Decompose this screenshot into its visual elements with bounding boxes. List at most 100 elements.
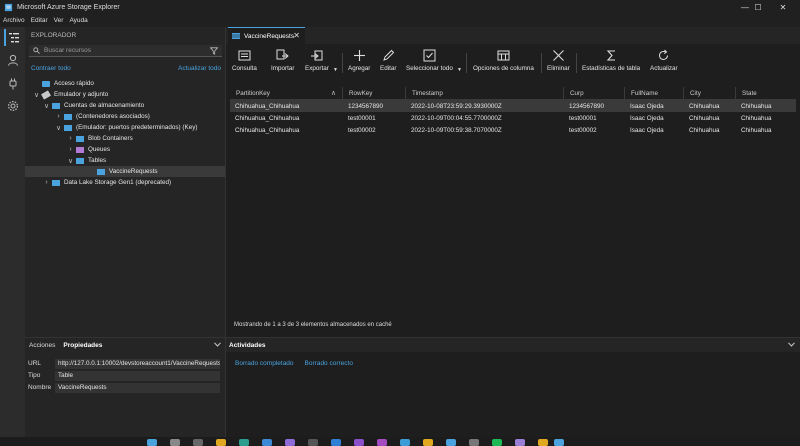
toolbar-separator bbox=[541, 53, 542, 73]
account-button[interactable] bbox=[4, 51, 21, 68]
tree-item-quick-access[interactable]: Acceso rápido bbox=[25, 78, 225, 89]
column-header-fullname[interactable]: FullName bbox=[625, 87, 684, 99]
terminal-icon[interactable] bbox=[308, 439, 318, 446]
app-icon[interactable] bbox=[446, 439, 456, 446]
table-row[interactable]: Chihuahua_Chihuahua test00001 2022-10-09… bbox=[230, 112, 796, 124]
tree-item-queues[interactable]: › Queues bbox=[25, 144, 225, 155]
table-icon bbox=[76, 157, 84, 164]
visual-studio-icon[interactable] bbox=[354, 439, 364, 446]
tab-vaccinerequests[interactable]: VaccineRequests ✕ bbox=[228, 27, 305, 44]
property-value[interactable]: Table bbox=[55, 370, 220, 381]
chevron-down-icon[interactable] bbox=[788, 342, 795, 347]
clear-completed-link[interactable]: Borrado completado bbox=[235, 360, 294, 367]
app-icon[interactable] bbox=[515, 439, 525, 446]
app-icon[interactable] bbox=[400, 439, 410, 446]
maximize-button[interactable]: ☐ bbox=[745, 0, 771, 14]
vscode-icon[interactable] bbox=[331, 439, 341, 446]
explorer-panel: EXPLORADOR Buscar recursos Contraer todo… bbox=[25, 27, 230, 361]
column-header-partitionkey[interactable]: PartitionKey ∧ bbox=[230, 87, 343, 99]
property-value[interactable]: http://127.0.0.1:10002/devstoreaccount1/… bbox=[55, 358, 220, 369]
menu-ayuda[interactable]: Ayuda bbox=[69, 17, 87, 24]
column-header-timestamp[interactable]: Timestamp bbox=[406, 87, 564, 99]
menu-archivo[interactable]: Archivo bbox=[3, 17, 25, 24]
property-row-type: Tipo Table bbox=[25, 370, 225, 381]
resource-tree: Acceso rápido ∨ Emulador y adjunto ∨ Cue… bbox=[25, 78, 225, 188]
chevron-down-icon[interactable]: ∨ bbox=[43, 102, 50, 110]
cell-timestamp: 2022-10-08T23:59:29.3930000Z bbox=[411, 102, 502, 110]
chevron-right-icon[interactable]: › bbox=[43, 179, 50, 186]
menu-editar[interactable]: Editar bbox=[31, 17, 48, 24]
chevron-right-icon[interactable]: › bbox=[55, 113, 62, 120]
app-icon[interactable] bbox=[469, 439, 479, 446]
edit-button[interactable]: Editar bbox=[380, 49, 396, 77]
spotify-icon[interactable] bbox=[492, 439, 502, 446]
property-row-name: Nombre VaccineRequests bbox=[25, 382, 225, 393]
refresh-all-link[interactable]: Actualizar todo bbox=[178, 65, 221, 72]
explorer-view-button[interactable] bbox=[4, 29, 21, 46]
tab-actions[interactable]: Acciones bbox=[29, 342, 55, 349]
chevron-down-icon[interactable]: ∨ bbox=[55, 124, 62, 132]
tree-item-emulator-default-ports[interactable]: ∨ (Emulador: puertos predeterminados) (K… bbox=[25, 122, 225, 133]
column-header-curp[interactable]: Curp bbox=[564, 87, 625, 99]
tree-item-emulator-attached[interactable]: ∨ Emulador y adjunto bbox=[25, 89, 225, 100]
clear-successful-link[interactable]: Borrado correcto bbox=[305, 360, 353, 367]
filter-icon[interactable] bbox=[210, 47, 218, 55]
table-row[interactable]: Chihuahua_Chihuahua test00002 2022-10-09… bbox=[230, 124, 796, 136]
query-button[interactable]: Consulta bbox=[232, 49, 257, 77]
app-icon[interactable] bbox=[423, 439, 433, 446]
add-button[interactable]: Agregar bbox=[348, 49, 370, 77]
tree-item-vaccinerequests[interactable]: VaccineRequests bbox=[25, 166, 225, 177]
task-view-icon[interactable] bbox=[193, 439, 203, 446]
tree-item-attached-containers[interactable]: › (Contenedores asociados) bbox=[25, 111, 225, 122]
tree-item-storage-accounts[interactable]: ∨ Cuentas de almacenamiento bbox=[25, 100, 225, 111]
chevron-right-icon[interactable]: › bbox=[67, 135, 74, 142]
export-dropdown-icon[interactable]: ▼ bbox=[333, 67, 338, 73]
app-icon[interactable] bbox=[538, 439, 548, 446]
tree-actions: Contraer todo Actualizar todo bbox=[31, 65, 221, 72]
column-header-city[interactable]: City bbox=[684, 87, 736, 99]
column-options-button[interactable]: Opciones de columna bbox=[473, 49, 534, 77]
menu-ver[interactable]: Ver bbox=[54, 17, 64, 24]
tree-item-tables[interactable]: ∨ Tables bbox=[25, 155, 225, 166]
cell-timestamp: 2022-10-09T00:59:38.7070000Z bbox=[411, 126, 502, 134]
property-value[interactable]: VaccineRequests bbox=[55, 382, 220, 393]
tree-item-data-lake[interactable]: › Data Lake Storage Gen1 (deprecated) bbox=[25, 177, 225, 188]
tree-item-label: Emulador y adjunto bbox=[54, 91, 109, 98]
cell-state: Chihuahua bbox=[741, 102, 772, 110]
app-icon[interactable] bbox=[285, 439, 295, 446]
edge-browser-icon[interactable] bbox=[239, 439, 249, 446]
chevron-down-icon[interactable]: ∨ bbox=[33, 91, 40, 99]
chevron-right-icon[interactable]: › bbox=[67, 146, 74, 153]
app-icon[interactable] bbox=[377, 439, 387, 446]
close-window-button[interactable]: ✕ bbox=[770, 0, 796, 14]
table-row[interactable]: Chihuahua_Chihuahua 1234567890 2022-10-0… bbox=[230, 100, 796, 112]
select-all-dropdown-icon[interactable]: ▼ bbox=[457, 67, 462, 73]
file-explorer-icon[interactable] bbox=[216, 439, 226, 446]
import-button[interactable]: Importar bbox=[271, 49, 294, 77]
select-all-button[interactable]: Seleccionar todo bbox=[406, 49, 453, 77]
tree-item-blob-containers[interactable]: › Blob Containers bbox=[25, 133, 225, 144]
search-input[interactable]: Buscar recursos bbox=[29, 45, 222, 57]
azure-storage-explorer-taskbar-icon[interactable] bbox=[554, 439, 564, 446]
add-label: Agregar bbox=[348, 65, 371, 72]
column-header-label: RowKey bbox=[349, 89, 373, 97]
app-icon[interactable] bbox=[262, 439, 272, 446]
tab-properties[interactable]: Propiedades bbox=[63, 342, 102, 349]
cell-curp: test00002 bbox=[569, 126, 597, 134]
search-icon[interactable] bbox=[170, 439, 180, 446]
connect-button[interactable] bbox=[4, 75, 21, 92]
table-statistics-button[interactable]: Estadísticas de tabla bbox=[582, 49, 640, 77]
refresh-icon bbox=[659, 49, 669, 60]
toolbar-separator bbox=[576, 53, 577, 73]
settings-button[interactable] bbox=[4, 97, 21, 114]
close-tab-icon[interactable]: ✕ bbox=[293, 31, 300, 40]
chevron-down-icon[interactable]: ∨ bbox=[67, 157, 74, 165]
delete-button[interactable]: Eliminar bbox=[547, 49, 570, 77]
windows-start-icon[interactable] bbox=[147, 439, 157, 446]
collapse-all-link[interactable]: Contraer todo bbox=[31, 65, 71, 72]
column-header-state[interactable]: State bbox=[736, 87, 796, 99]
column-header-rowkey[interactable]: RowKey bbox=[343, 87, 406, 99]
export-button[interactable]: Exportar bbox=[305, 49, 329, 77]
refresh-button[interactable]: Actualizar bbox=[650, 49, 678, 77]
chevron-down-icon[interactable] bbox=[214, 342, 221, 347]
